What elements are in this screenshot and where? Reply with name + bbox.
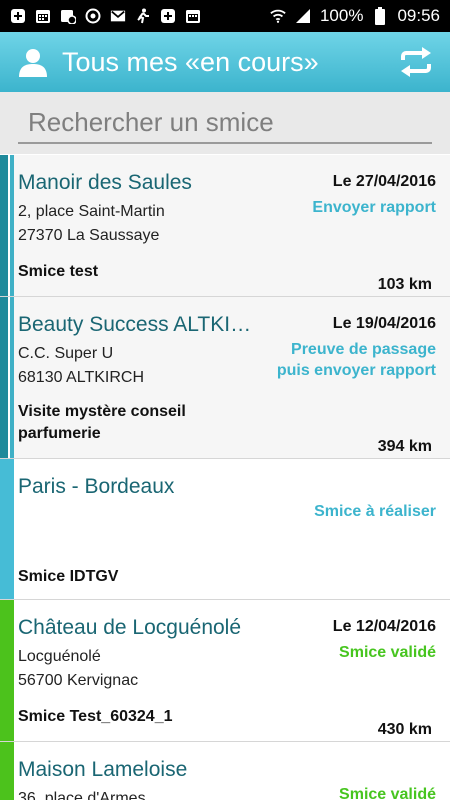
- status-bar-indicator: [0, 459, 14, 599]
- item-address-line2: 68130 ALTKIRCH: [18, 369, 144, 386]
- item-date: Le 27/04/2016: [332, 173, 436, 190]
- gmail-icon: [110, 8, 126, 24]
- status-bar-indicator: [0, 297, 14, 458]
- sync-circle-icon: [85, 8, 101, 24]
- item-status: Smice à réaliser: [314, 503, 436, 520]
- item-status-line1: Preuve de passage: [291, 341, 436, 358]
- wifi-icon: [270, 8, 286, 24]
- item-address-line2: 27370 La Saussaye: [18, 227, 160, 244]
- calendar-icon: [185, 8, 201, 24]
- clock: 09:56: [397, 6, 440, 25]
- app-header: Tous mes «en cours»: [0, 32, 450, 92]
- item-name: Maison Lameloise: [18, 758, 188, 781]
- status-bar: 100% 09:56: [0, 0, 450, 32]
- item-date: Le 12/04/2016: [332, 618, 436, 635]
- item-distance: 430 km: [377, 721, 432, 738]
- item-address-line1: 2, place Saint-Martin: [18, 203, 165, 220]
- item-name: Manoir des Saules: [18, 171, 192, 194]
- item-address-line1: 36, place d'Armes: [18, 790, 146, 800]
- system-icons: 100% 09:56: [270, 6, 440, 26]
- item-mission-line1: Visite mystère conseil: [18, 403, 186, 420]
- item-address-line1: C.C. Super U: [18, 345, 114, 362]
- item-status: Smice validé: [339, 786, 436, 800]
- list-item[interactable]: Maison Lameloise 36, place d'Armes Smice…: [0, 742, 450, 800]
- item-distance: 394 km: [377, 438, 432, 455]
- list-item[interactable]: Château de Locguénolé Locguénolé 56700 K…: [0, 600, 450, 742]
- smice-list: Manoir des Saules 2, place Saint-Martin …: [0, 155, 450, 800]
- sync-icon[interactable]: [400, 47, 432, 77]
- item-mission: Smice Test_60324_1: [18, 708, 173, 725]
- item-name: Beauty Success ALTKIRCH: [18, 313, 264, 336]
- search-bar: [0, 92, 450, 154]
- search-input[interactable]: [18, 102, 432, 144]
- plus-box-icon: [160, 8, 176, 24]
- item-mission-line2: parfumerie: [18, 425, 101, 442]
- battery-percent: 100%: [319, 6, 364, 25]
- list-item[interactable]: Paris - Bordeaux Smice à réaliser Smice …: [0, 459, 450, 600]
- list-item[interactable]: Manoir des Saules 2, place Saint-Martin …: [0, 155, 450, 297]
- user-icon[interactable]: [18, 47, 48, 77]
- notification-icons: [10, 8, 201, 24]
- item-name: Château de Locguénolé: [18, 616, 242, 639]
- calendar-icon: [35, 8, 51, 24]
- item-distance: 103 km: [377, 276, 432, 293]
- item-mission: Smice test: [18, 263, 99, 280]
- item-mission: Smice IDTGV: [18, 568, 119, 585]
- item-address-line2: 56700 Kervignac: [18, 672, 139, 689]
- signal-icon: [295, 8, 311, 24]
- status-bar-indicator: [0, 742, 14, 800]
- list-item[interactable]: Beauty Success ALTKIRCH C.C. Super U 681…: [0, 297, 450, 459]
- battery-icon: [372, 7, 388, 25]
- status-bar-indicator: [0, 600, 14, 741]
- item-status: Envoyer rapport: [312, 199, 436, 216]
- item-status-line2: puis envoyer rapport: [276, 362, 436, 379]
- plus-box-icon: [10, 8, 26, 24]
- page-title: Tous mes «en cours»: [62, 46, 319, 77]
- calendar-clock-icon: [60, 8, 76, 24]
- item-date: Le 19/04/2016: [332, 315, 436, 332]
- item-status: Smice validé: [339, 644, 436, 661]
- status-bar-indicator: [0, 155, 14, 296]
- item-address-line1: Locguénolé: [18, 648, 101, 665]
- item-name: Paris - Bordeaux: [18, 475, 175, 498]
- runner-icon: [135, 8, 151, 24]
